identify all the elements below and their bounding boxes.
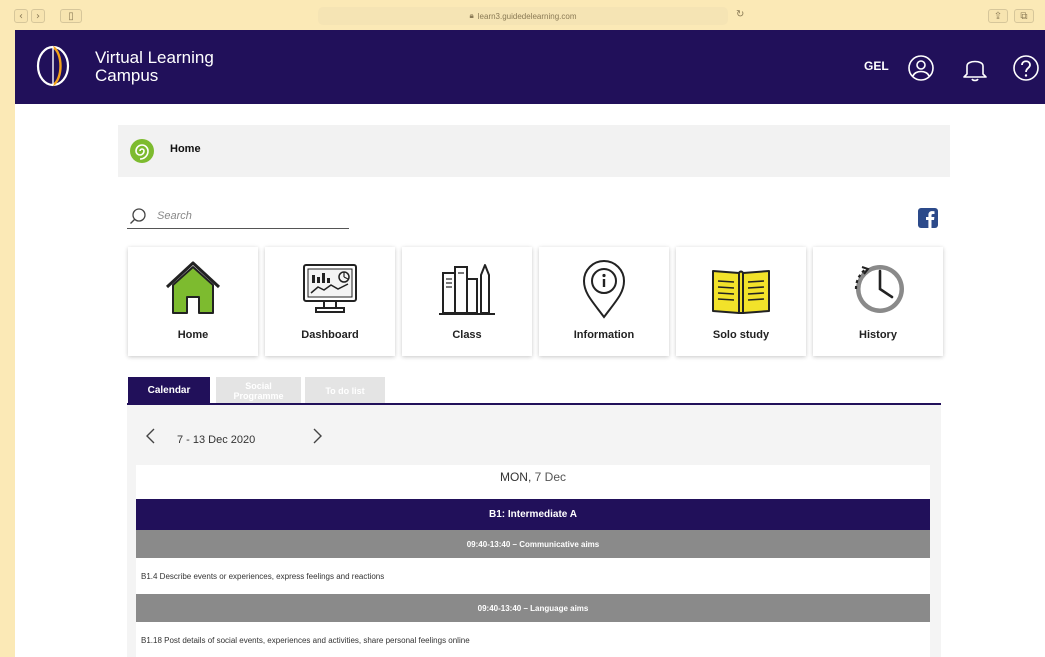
breadcrumb-current[interactable]: Home: [170, 143, 201, 155]
lock-icon: 🔒︎: [469, 11, 474, 20]
week-range: 7 - 13 Dec 2020: [177, 434, 256, 446]
day-name: MON,: [499, 470, 532, 484]
slot-description-text: B1.18 Post details of social events, exp…: [141, 635, 470, 645]
campus-logo-icon[interactable]: [35, 45, 71, 87]
tab-social-label-1: Social: [245, 381, 272, 391]
app-window: Virtual Learning Campus GEL Home Search …: [15, 30, 1045, 657]
tile-home[interactable]: Home: [128, 247, 258, 356]
calendar-panel: 7 - 13 Dec 2020 MON, 7 Dec B1: Intermedi…: [127, 405, 941, 657]
day-date: 7 Dec: [534, 470, 567, 484]
slot-header: 09:40-13:40 – Language aims: [136, 594, 930, 622]
tile-information[interactable]: Information: [539, 247, 669, 356]
slot-description-text: B1.4 Describe events or experiences, exp…: [141, 571, 385, 581]
dashboard-monitor-icon: [303, 264, 357, 313]
facebook-icon[interactable]: [918, 208, 938, 228]
brand-title: Virtual Learning Campus: [95, 49, 214, 85]
open-book-icon: [712, 270, 770, 314]
slot-description: B1.18 Post details of social events, exp…: [136, 622, 930, 657]
day-card: MON, 7 Dec B1: Intermediate A 09:40-13:4…: [136, 465, 930, 657]
history-clock-icon: [854, 265, 904, 313]
forward-button[interactable]: ›: [31, 9, 45, 23]
brand-line-1: Virtual Learning: [95, 48, 214, 67]
chevron-left-icon[interactable]: [144, 427, 158, 445]
user-code[interactable]: GEL: [864, 59, 889, 73]
tile-dashboard[interactable]: Dashboard: [265, 247, 395, 356]
spiral-logo-icon: [130, 139, 154, 163]
back-button[interactable]: ‹: [14, 9, 28, 23]
day-heading: MON, 7 Dec: [136, 465, 930, 499]
search-input[interactable]: [157, 208, 342, 224]
house-icon: [165, 261, 221, 314]
tab-social-label-2: Programme: [233, 391, 284, 401]
tile-label: Class: [452, 329, 482, 341]
sidebar-toggle-button[interactable]: ▯: [60, 9, 82, 23]
tab-social-programme[interactable]: Social Programme: [216, 377, 301, 405]
course-title: B1: Intermediate A: [489, 509, 577, 520]
user-profile-icon[interactable]: [907, 54, 935, 82]
tile-label: Home: [177, 329, 209, 341]
tabs-button[interactable]: ⧉: [1014, 9, 1034, 23]
tile-history[interactable]: History: [813, 247, 943, 356]
tile-label: Solo study: [712, 329, 770, 341]
class-books-icon: [439, 264, 495, 315]
search-bar: [127, 205, 349, 229]
search-icon[interactable]: [129, 207, 147, 225]
slot-header-text: 09:40-13:40 – Language aims: [477, 603, 589, 613]
slot-description: B1.4 Describe events or experiences, exp…: [136, 558, 930, 594]
tab-calendar-label: Calendar: [147, 385, 191, 396]
slot-header-text: 09:40-13:40 – Communicative aims: [466, 539, 600, 549]
help-question-icon[interactable]: [1012, 54, 1040, 82]
tile-solo-study[interactable]: Solo study: [676, 247, 806, 356]
brand-line-2: Campus: [95, 66, 159, 85]
notification-bell-icon[interactable]: [962, 54, 988, 82]
address-bar[interactable]: 🔒︎ learn3.guidedelearning.com: [318, 7, 728, 25]
tab-todo-list[interactable]: To do list: [305, 377, 385, 405]
info-pin-icon: [582, 260, 626, 319]
tab-calendar[interactable]: Calendar: [128, 377, 210, 405]
address-text: learn3.guidedelearning.com: [477, 11, 577, 21]
tile-class[interactable]: Class: [402, 247, 532, 356]
course-title-bar[interactable]: B1: Intermediate A: [136, 499, 930, 530]
tile-label: Information: [573, 329, 635, 341]
breadcrumb: Home: [118, 125, 950, 177]
share-button[interactable]: ⇪: [988, 9, 1008, 23]
slot-header: 09:40-13:40 – Communicative aims: [136, 530, 930, 558]
tab-todo-label: To do list: [325, 386, 365, 396]
reload-icon[interactable]: ↻: [736, 9, 744, 20]
tile-label: History: [859, 329, 897, 341]
top-navigation: Virtual Learning Campus GEL: [15, 30, 1045, 104]
chevron-right-icon[interactable]: [310, 427, 324, 445]
tile-label: Dashboard: [301, 329, 359, 341]
browser-toolbar: ‹ › ▯ 🔒︎ learn3.guidedelearning.com ↻ ⇪ …: [0, 0, 1045, 30]
